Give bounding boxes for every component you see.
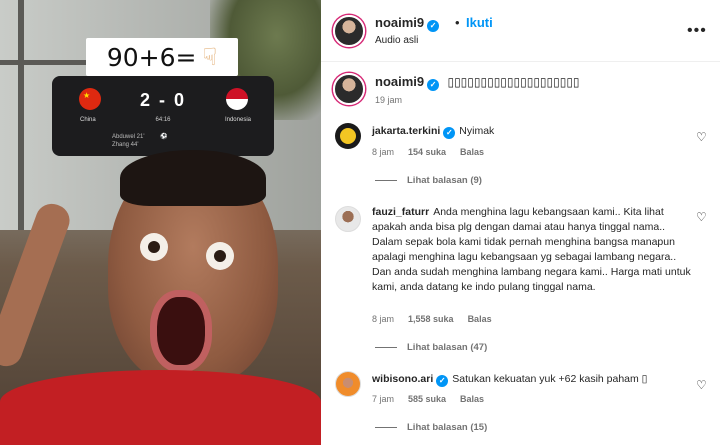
- window-frame: [0, 60, 90, 65]
- author-username-text[interactable]: noaimi9: [375, 15, 424, 30]
- heart-icon[interactable]: ♡: [696, 378, 708, 392]
- caption-time[interactable]: 19 jam: [375, 95, 402, 105]
- scorer: Zhang 44': [112, 142, 139, 148]
- caption-username-text[interactable]: noaimi9: [375, 74, 424, 89]
- view-replies-button[interactable]: Lihat balasan (47): [375, 342, 487, 353]
- separator-dot: •: [455, 15, 460, 30]
- comment-text: wibisono.ari ✓ Satukan kekuatan yuk +62 ka…: [372, 372, 694, 387]
- overlay-text: 90+6=: [106, 42, 197, 72]
- comment-likes[interactable]: 1,558 suka: [408, 314, 454, 324]
- person-hair: [120, 150, 266, 206]
- commenter-avatar[interactable]: [335, 206, 361, 232]
- heart-icon[interactable]: ♡: [696, 210, 708, 224]
- replies-divider: [375, 180, 397, 181]
- follow-button[interactable]: Ikuti: [466, 15, 493, 30]
- scorer: Abduwel 21': [112, 134, 145, 140]
- author-username[interactable]: noaimi9 ✓: [375, 15, 440, 32]
- person-eye: [206, 242, 234, 270]
- commenter-avatar[interactable]: [335, 371, 361, 397]
- commenter-avatar[interactable]: [335, 123, 361, 149]
- caption-username[interactable]: noaimi9 ✓: [375, 74, 440, 91]
- scoreboard: ★ China 2 - 0 64:16 Indonesia Abduwel 21…: [52, 76, 274, 156]
- view-replies-button[interactable]: Lihat balasan (9): [375, 175, 482, 186]
- view-replies-label[interactable]: Lihat balasan (9): [407, 175, 482, 186]
- comment-text: jakarta.terkini ✓ Nyimak: [372, 124, 694, 139]
- comment-username[interactable]: jakarta.terkini ✓: [372, 125, 456, 139]
- audio-label[interactable]: Audio asli: [375, 35, 418, 46]
- heart-icon[interactable]: ♡: [696, 130, 708, 144]
- post-media[interactable]: 90+6= ☟ ★ China 2 - 0 64:16 Indonesia Ab…: [0, 0, 321, 445]
- reply-button[interactable]: Balas: [460, 147, 484, 157]
- verified-badge-icon: ✓: [427, 79, 440, 91]
- comment-body: Nyimak: [459, 125, 495, 137]
- caption-text: ▯▯▯▯▯▯▯▯▯▯▯▯▯▯▯▯▯▯▯▯: [447, 75, 580, 89]
- post-header: noaimi9 ✓ • Ikuti Audio asli •••: [321, 0, 720, 62]
- comment-likes[interactable]: 154 suka: [408, 147, 446, 157]
- comment-body: Anda menghina lagu kebangsaan kami.. Kit…: [372, 206, 691, 293]
- window-frame: [18, 0, 24, 230]
- pointing-hand-icon: ☟: [202, 43, 218, 71]
- comment-meta: 8 jam 154 suka Balas: [372, 147, 484, 157]
- comment-meta: 7 jam 585 suka Balas: [372, 394, 484, 404]
- verified-badge-icon: ✓: [443, 127, 456, 139]
- caption: noaimi9 ✓ ▯▯▯▯▯▯▯▯▯▯▯▯▯▯▯▯▯▯▯▯: [375, 74, 580, 91]
- comment-meta: 8 jam 1,558 suka Balas: [372, 314, 492, 324]
- view-replies-button[interactable]: Lihat balasan (15): [375, 422, 487, 433]
- comment-text: fauzi_faturr Anda menghina lagu kebangsaa…: [372, 205, 694, 295]
- comments-panel: noaimi9 ✓ • Ikuti Audio asli ••• noaimi9 ✓…: [321, 0, 720, 445]
- ball-icon: ⚽: [160, 134, 168, 140]
- author-avatar[interactable]: [333, 15, 365, 47]
- reply-button[interactable]: Balas: [460, 394, 484, 404]
- comment-username-text[interactable]: jakarta.terkini: [372, 125, 440, 137]
- caption-author-avatar[interactable]: [333, 73, 365, 105]
- person-mouth: [150, 290, 212, 372]
- indonesia-flag-icon: [226, 88, 248, 110]
- view-replies-label[interactable]: Lihat balasan (47): [407, 342, 487, 353]
- red-shirt: [0, 370, 321, 445]
- comment-body: Satukan kekuatan yuk +62 kasih paham ▯: [452, 373, 648, 385]
- comment-likes[interactable]: 585 suka: [408, 394, 446, 404]
- verified-badge-icon: ✓: [436, 375, 449, 387]
- comment-time[interactable]: 7 jam: [372, 394, 394, 404]
- view-replies-label[interactable]: Lihat balasan (15): [407, 422, 487, 433]
- replies-divider: [375, 347, 397, 348]
- goal-scorers: Abduwel 21' Zhang 44': [112, 133, 145, 149]
- caption-meta: 19 jam: [375, 95, 402, 105]
- reply-button[interactable]: Balas: [468, 314, 492, 324]
- overlay-sticker: 90+6= ☟: [86, 38, 238, 76]
- comment-time[interactable]: 8 jam: [372, 314, 394, 324]
- comment-username-text[interactable]: wibisono.ari: [372, 373, 433, 385]
- more-horizontal-icon[interactable]: •••: [687, 22, 707, 40]
- comment-username[interactable]: fauzi_faturr: [372, 206, 429, 218]
- replies-divider: [375, 427, 397, 428]
- comment-time[interactable]: 8 jam: [372, 147, 394, 157]
- verified-badge-icon: ✓: [427, 20, 440, 32]
- away-team: Indonesia: [224, 117, 251, 123]
- person-eye: [140, 233, 168, 261]
- comment-username[interactable]: wibisono.ari ✓: [372, 373, 449, 387]
